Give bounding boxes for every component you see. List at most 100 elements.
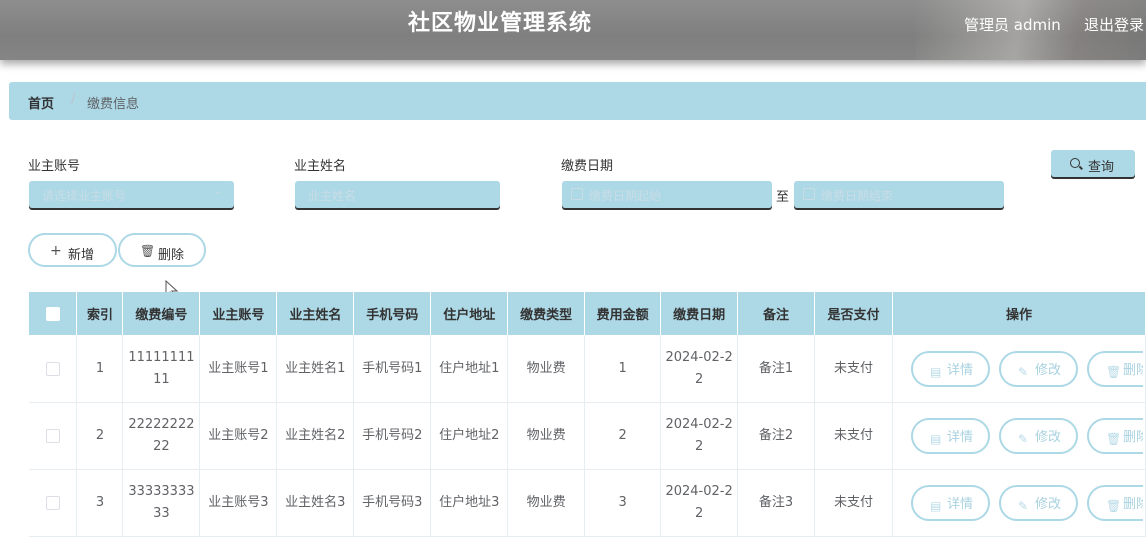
system-title: 社区物业管理系统: [407, 11, 592, 36]
row-actions-cell: ▤ 详情 ✎ 修改 🗑 删除: [892, 335, 1146, 403]
payment-table: 索引 缴费编号 业主账号 业主姓名 手机号码 住户地址 缴费类型 费用金额 缴费…: [29, 292, 1146, 537]
phone-cell: 手机号码3: [353, 469, 432, 537]
owner-account-label: 业主账号: [28, 159, 81, 174]
column-header: 手机号码: [353, 292, 432, 336]
amount-cell: 2: [584, 402, 662, 470]
detail-button[interactable]: ▤ 详情: [910, 418, 990, 454]
row-select-cell[interactable]: [29, 402, 78, 470]
edit-button[interactable]: ✎ 修改: [998, 418, 1078, 454]
owner-name-cell: 业主姓名3: [276, 469, 355, 537]
payment-type-cell: 物业费: [507, 469, 586, 537]
row-delete-button[interactable]: 🗑 删除: [1086, 485, 1143, 521]
owner-account-cell: 业主账号1: [199, 335, 278, 403]
address-cell: 住户地址1: [430, 335, 509, 403]
query-button[interactable]: 查询: [1051, 150, 1135, 177]
plus-icon: +: [50, 243, 62, 259]
paid-status-cell: 未支付: [814, 469, 893, 537]
breadcrumb: 首页 / 缴费信息: [9, 82, 1146, 120]
document-icon: ▤: [929, 499, 942, 513]
row-actions-cell: ▤ 详情 ✎ 修改 🗑 删除: [892, 402, 1146, 470]
owner-account-placeholder: 请选择业主账号: [42, 189, 127, 203]
detail-button[interactable]: ▤ 详情: [910, 485, 990, 521]
table-row: 1 1111111111 业主账号1 业主姓名1 手机号码1 住户地址1 物业费…: [29, 335, 1146, 403]
column-header: 操作: [892, 292, 1146, 336]
column-header: 缴费编号: [122, 292, 201, 336]
payment-code-cell: 2222222222: [122, 402, 201, 470]
column-header: 缴费类型: [507, 292, 586, 336]
note-cell: 备注1: [737, 335, 816, 403]
paid-status-cell: 未支付: [814, 402, 893, 470]
row-delete-button[interactable]: 🗑 删除: [1086, 418, 1143, 454]
document-icon: ▤: [929, 432, 942, 446]
address-cell: 住户地址3: [430, 469, 509, 537]
index-cell: 3: [76, 469, 124, 537]
detail-button-label: 详情: [946, 497, 973, 512]
payment-code-cell: 3333333333: [122, 469, 201, 537]
date-range-separator: 至: [776, 190, 790, 205]
row-delete-button-label: 删除: [1122, 497, 1143, 512]
payment-date-cell: 2024-02-22: [660, 469, 739, 537]
pencil-icon: ✎: [1017, 365, 1029, 379]
payment-type-cell: 物业费: [507, 402, 586, 470]
column-header: 是否支付: [814, 292, 893, 336]
date-start-input[interactable]: 缴费日期起始: [562, 181, 772, 208]
phone-cell: 手机号码2: [353, 402, 432, 470]
date-end-input[interactable]: 缴费日期结束: [794, 181, 1004, 208]
note-cell: 备注3: [737, 469, 816, 537]
column-header: 费用金额: [584, 292, 662, 336]
payment-date-label: 缴费日期: [561, 159, 614, 174]
table-header-row: 索引 缴费编号 业主账号 业主姓名 手机号码 住户地址 缴费类型 费用金额 缴费…: [29, 292, 1146, 336]
row-delete-button[interactable]: 🗑 删除: [1086, 351, 1143, 387]
search-icon: [1070, 158, 1080, 168]
amount-cell: 1: [584, 335, 662, 403]
detail-button[interactable]: ▤ 详情: [910, 351, 990, 387]
current-user: 管理员 admin: [964, 16, 1061, 34]
column-header: 缴费日期: [660, 292, 739, 336]
date-end-placeholder: 缴费日期结束: [821, 189, 894, 203]
row-checkbox[interactable]: [45, 428, 60, 443]
trash-icon: 🗑: [140, 244, 156, 258]
row-checkbox[interactable]: [45, 361, 60, 376]
query-button-label: 查询: [1088, 160, 1115, 175]
owner-name-cell: 业主姓名2: [276, 402, 355, 470]
select-all-cell[interactable]: [29, 292, 78, 336]
owner-name-cell: 业主姓名1: [276, 335, 355, 403]
select-all-checkbox[interactable]: [45, 306, 60, 321]
add-button[interactable]: + 新增: [28, 233, 117, 267]
amount-cell: 3: [584, 469, 662, 537]
payment-date-cell: 2024-02-22: [660, 402, 739, 470]
edit-button[interactable]: ✎ 修改: [998, 485, 1078, 521]
trash-icon: 🗑: [1105, 499, 1122, 513]
date-start-placeholder: 缴费日期起始: [589, 189, 662, 203]
pencil-icon: ✎: [1017, 499, 1029, 513]
payment-date-cell: 2024-02-22: [660, 335, 739, 403]
phone-cell: 手机号码1: [353, 335, 432, 403]
column-header: 业主姓名: [276, 292, 355, 336]
pencil-icon: ✎: [1017, 432, 1029, 446]
calendar-icon: [803, 188, 815, 200]
delete-button-label: 删除: [158, 248, 185, 263]
edit-button-label: 修改: [1034, 497, 1061, 512]
top-header: 社区物业管理系统 管理员 admin 退出登录: [0, 0, 1146, 60]
logout-link[interactable]: 退出登录: [1084, 14, 1144, 35]
edit-button-label: 修改: [1034, 363, 1061, 378]
column-header: 住户地址: [430, 292, 509, 336]
column-header: 业主账号: [199, 292, 278, 336]
column-header: 备注: [737, 292, 816, 336]
index-cell: 2: [76, 402, 124, 470]
edit-button[interactable]: ✎ 修改: [998, 351, 1078, 387]
owner-name-input[interactable]: 业主姓名: [295, 181, 500, 208]
breadcrumb-separator: /: [71, 92, 76, 107]
row-checkbox[interactable]: [45, 495, 60, 510]
row-delete-button-label: 删除: [1122, 363, 1143, 378]
row-select-cell[interactable]: [29, 469, 78, 537]
row-select-cell[interactable]: [29, 335, 78, 403]
detail-button-label: 详情: [946, 363, 973, 378]
paid-status-cell: 未支付: [814, 335, 893, 403]
delete-button[interactable]: 🗑 删除: [118, 233, 206, 267]
owner-account-select[interactable]: 请选择业主账号 ⌄: [29, 181, 234, 208]
calendar-icon: [571, 188, 583, 200]
table-row: 2 2222222222 业主账号2 业主姓名2 手机号码2 住户地址2 物业费…: [29, 402, 1146, 470]
payment-type-cell: 物业费: [507, 335, 586, 403]
breadcrumb-home[interactable]: 首页: [28, 93, 54, 112]
